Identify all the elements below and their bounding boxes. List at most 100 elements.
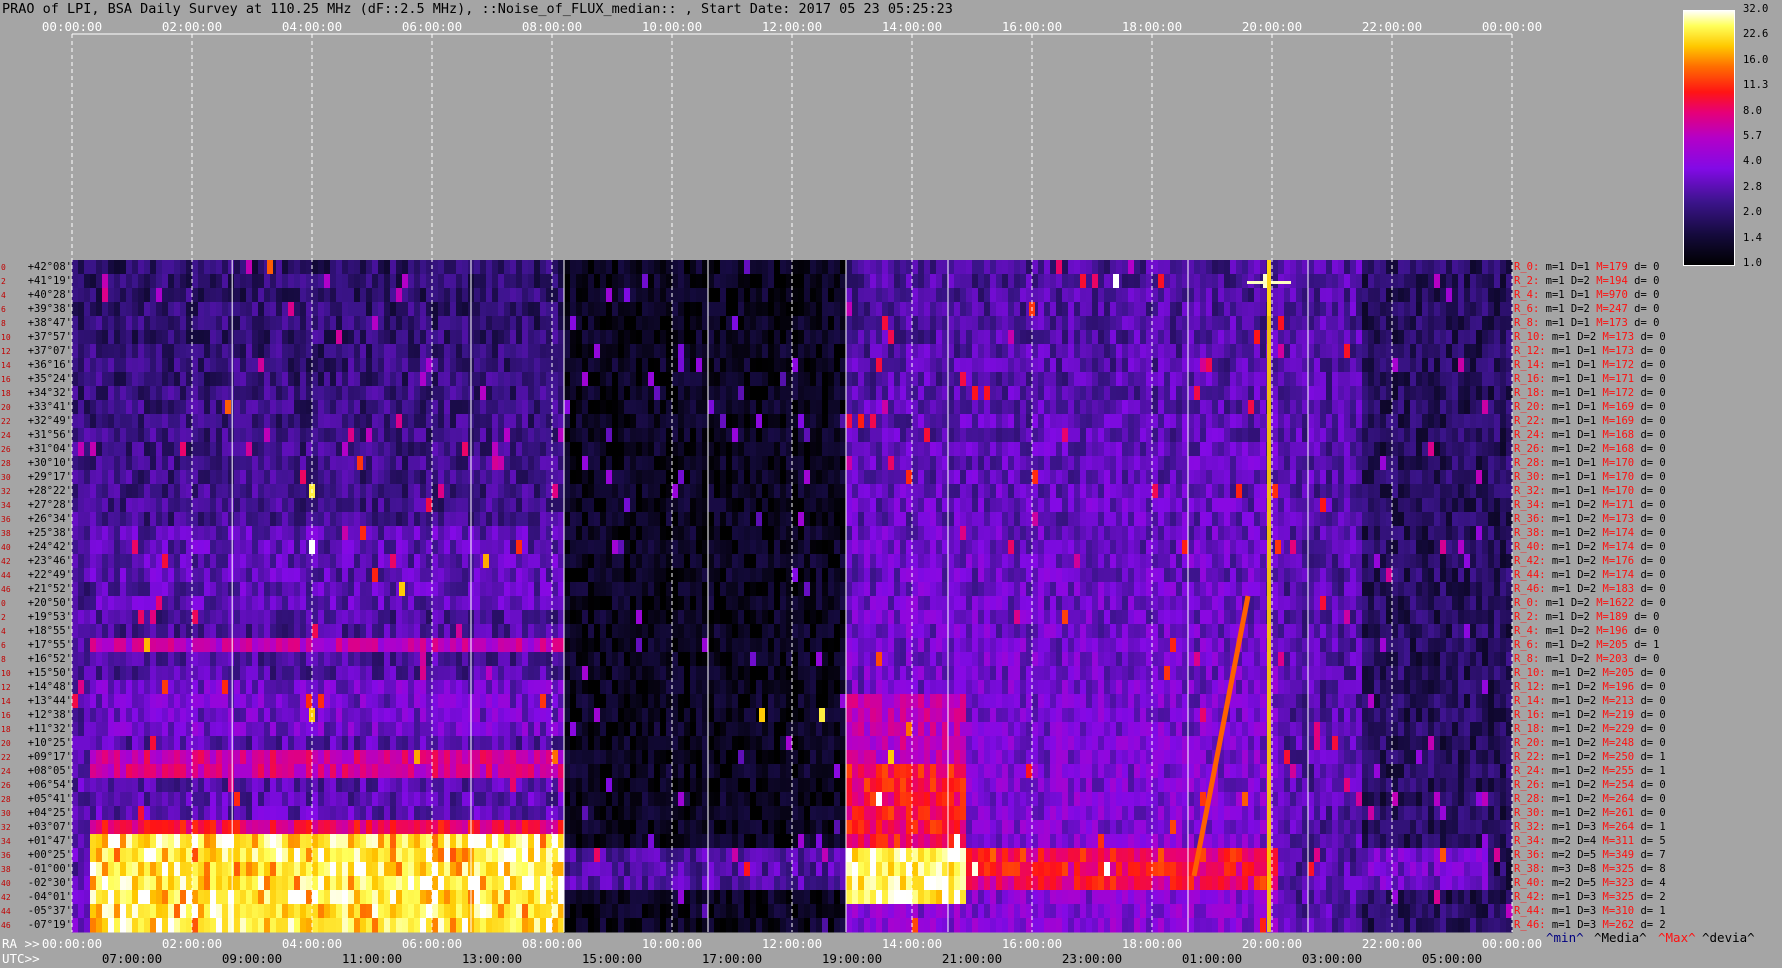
heatmap-cell [276, 582, 283, 597]
heatmap-cell [636, 344, 643, 359]
heatmap-cell [606, 526, 613, 541]
heatmap-cell [138, 442, 145, 457]
heatmap-cell [612, 792, 619, 807]
heatmap-cell [408, 834, 415, 849]
heatmap-cell [516, 750, 523, 765]
heatmap-cell [498, 806, 505, 821]
heatmap-cell [552, 330, 559, 345]
heatmap-cell [588, 302, 595, 317]
heatmap-cell [174, 806, 181, 821]
heatmap-cell [504, 610, 511, 625]
heatmap-cell [372, 260, 379, 275]
heatmap-cell [174, 484, 181, 499]
heatmap-cell [510, 890, 517, 905]
heatmap-cell [582, 372, 589, 387]
heatmap-cell [294, 834, 301, 849]
heatmap-cell [420, 428, 427, 443]
heatmap-cell [492, 582, 499, 597]
heatmap-cell [114, 876, 121, 891]
heatmap-cell [228, 442, 235, 457]
heatmap-cell [204, 526, 211, 541]
heatmap-cell [522, 792, 529, 807]
heatmap-cell [72, 820, 79, 835]
heatmap-cell [594, 848, 601, 863]
heatmap-cell [678, 820, 685, 835]
heatmap-cell [600, 470, 607, 485]
heatmap-cell [522, 666, 529, 681]
heatmap-cell [528, 582, 535, 597]
heatmap-cell [144, 666, 151, 681]
heatmap-cell [288, 624, 295, 639]
heatmap-cell [642, 274, 649, 289]
heatmap-cell [294, 540, 301, 555]
heatmap-cell [246, 862, 253, 877]
heatmap-cell [510, 358, 517, 373]
heatmap-cell [96, 918, 103, 933]
heatmap-cell [378, 862, 385, 877]
heatmap-cell [180, 792, 187, 807]
heatmap-cell [672, 428, 679, 443]
heatmap-cell [234, 666, 241, 681]
heatmap-cell [348, 470, 355, 485]
heatmap-cell [474, 610, 481, 625]
heatmap-cell [294, 428, 301, 443]
heatmap-cell [618, 610, 625, 625]
heatmap-cell [330, 764, 337, 779]
heatmap-cell [420, 736, 427, 751]
heatmap-cell [156, 316, 163, 331]
heatmap-cell [96, 596, 103, 611]
heatmap-cell [222, 554, 229, 569]
heatmap-cell [276, 652, 283, 667]
heatmap-cell [504, 638, 511, 653]
heatmap-cell [684, 316, 691, 331]
heatmap-cell [576, 498, 583, 513]
heatmap-cell [102, 778, 109, 793]
heatmap-cell [312, 862, 319, 877]
heatmap-cell [144, 512, 151, 527]
heatmap-cell [624, 372, 631, 387]
heatmap-cell [402, 400, 409, 415]
heatmap-cell [342, 428, 349, 443]
heatmap-cell [678, 442, 685, 457]
heatmap-cell [486, 484, 493, 499]
heatmap-cell [114, 344, 121, 359]
heatmap-cell [72, 652, 79, 667]
heatmap-cell [618, 750, 625, 765]
heatmap-cell [330, 442, 337, 457]
heatmap-cell [576, 918, 583, 933]
heatmap-cell [402, 792, 409, 807]
heatmap-cell [390, 722, 397, 737]
heatmap-cell [408, 260, 415, 275]
heatmap-cell [270, 652, 277, 667]
heatmap-cell [276, 274, 283, 289]
heatmap-cell [108, 372, 115, 387]
heatmap-cell [648, 358, 655, 373]
heatmap-cell [672, 820, 679, 835]
heatmap-cell [102, 624, 109, 639]
heatmap-cell [630, 610, 637, 625]
heatmap-cell [444, 330, 451, 345]
heatmap-cell [216, 778, 223, 793]
heatmap-cell [162, 470, 169, 485]
heatmap-cell [318, 358, 325, 373]
heatmap-cell [168, 596, 175, 611]
heatmap-cell [222, 694, 229, 709]
heatmap-cell [540, 708, 547, 723]
heatmap-cell [384, 400, 391, 415]
heatmap-cell [192, 904, 199, 919]
heatmap-cell [180, 862, 187, 877]
heatmap-cell [588, 918, 595, 933]
heatmap-cell [372, 778, 379, 793]
heatmap-cell [486, 624, 493, 639]
heatmap-cell [162, 862, 169, 877]
heatmap-cell [234, 344, 241, 359]
heatmap-cell [594, 456, 601, 471]
heatmap-cell [630, 652, 637, 667]
heatmap-cell [198, 358, 205, 373]
heatmap-cell [690, 568, 697, 583]
heatmap-cell [324, 610, 331, 625]
heatmap-cell [126, 568, 133, 583]
heatmap-cell [174, 610, 181, 625]
heatmap-cell [240, 708, 247, 723]
heatmap-cell [594, 274, 601, 289]
